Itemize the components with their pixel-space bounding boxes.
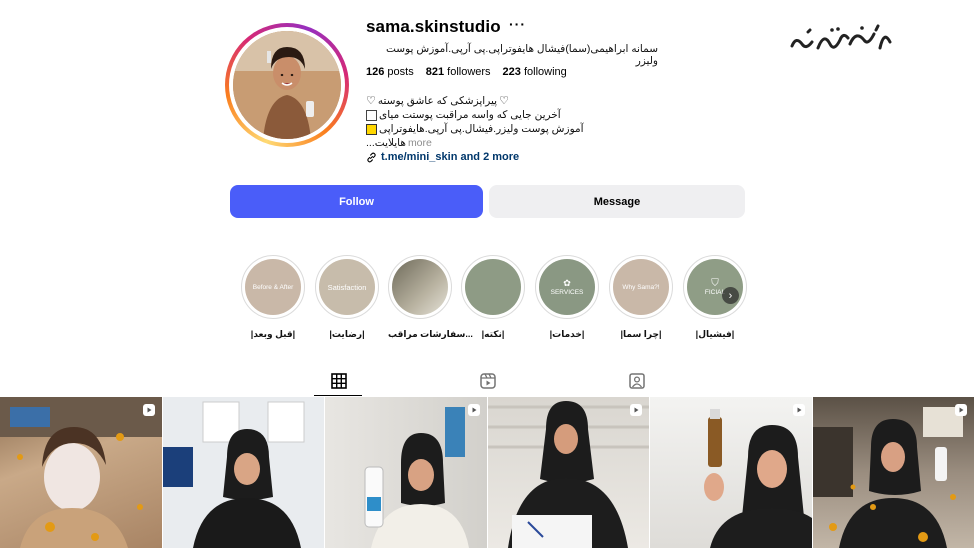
reel-indicator-icon [955, 404, 967, 416]
highlight-cover: Why Sama?! [613, 259, 669, 315]
reels-icon[interactable] [478, 371, 498, 391]
followers-stat[interactable]: 821 followers [426, 66, 491, 78]
highlight-cover: Before & After [245, 259, 301, 315]
highlight-cover-text: Before & After [252, 283, 294, 291]
heart-icon: ♡ [499, 95, 509, 107]
highlight-cover: ⛉ FICIAL [687, 259, 743, 315]
highlight-cover: ✿ SERVICES [539, 259, 595, 315]
post-image [812, 407, 963, 548]
posts-label: posts [387, 66, 414, 78]
post-thumbnail[interactable] [812, 397, 975, 548]
reel-indicator-icon [630, 404, 642, 416]
following-stat[interactable]: 223 following [503, 66, 567, 78]
grid-icon[interactable] [329, 371, 349, 391]
highlight-services[interactable]: ✿ SERVICES |خدمات| [535, 255, 599, 340]
highlight-label: |فیشیال| [695, 329, 735, 339]
bio-line-2: آخرین جایی که واسه مراقبت پوستت میای [366, 108, 586, 122]
highlight-cover-text: Satisfaction [327, 282, 367, 292]
post-thumbnail[interactable] [650, 397, 813, 548]
post-image [364, 407, 469, 548]
profile-avatar[interactable] [225, 23, 349, 147]
highlight-why-sama[interactable]: Why Sama?! |چرا سما| [609, 255, 673, 340]
followers-label: followers [447, 66, 491, 78]
highlight-cover [392, 259, 448, 315]
reel-indicator-icon [792, 404, 805, 416]
link-icon [367, 152, 376, 162]
chevron-right-icon[interactable]: › [722, 287, 739, 304]
posts-count: 126 [366, 66, 385, 78]
active-tab-indicator [314, 395, 362, 396]
more-dots-icon[interactable]: ··· [509, 16, 526, 32]
post-thumbnail[interactable] [487, 397, 650, 548]
bio-line-4-text: ...هایلایت [366, 137, 406, 149]
highlight-cover-text: Why Sama?! [622, 283, 660, 291]
message-button[interactable]: Message [489, 185, 745, 218]
bio-line-4: ...هایلایت more [366, 136, 586, 150]
post-image [487, 401, 650, 548]
profile-fullname: سمانه ابراهیمی(سما)فیشال هایفوتراپی.پی آ… [386, 43, 658, 67]
tagged-icon[interactable] [627, 371, 647, 391]
highlight-label: |خدمات| [549, 329, 585, 339]
highlight-before-after[interactable]: Before & After |قبل وبعد| [241, 255, 305, 340]
avatar-photo [233, 31, 341, 139]
bio-line-1: ♡ پیراپزشکی که عاشق پوسته ♡ [366, 94, 586, 108]
profile-link-text: t.me/mini_skin and 2 more [381, 151, 520, 163]
watermark-logo [790, 24, 892, 50]
bio-line-1-text: پیراپزشکی که عاشق پوسته [377, 95, 498, 107]
post-thumbnail[interactable] [325, 397, 488, 548]
posts-stat[interactable]: 126 posts [366, 66, 414, 78]
profile-stats: 126 posts 821 followers 223 following [366, 66, 567, 78]
post-grid [0, 397, 975, 548]
post-image [0, 397, 162, 548]
post-thumbnail[interactable] [0, 397, 163, 548]
bio-line-3-text: آموزش پوست ولیزر.فیشال.پی آرپی.هایفوتراپ… [379, 123, 584, 135]
following-count: 223 [502, 66, 521, 78]
bio-line-2-text: آخرین جایی که واسه مراقبت پوستت میای [379, 109, 561, 121]
highlight-tip[interactable]: |نکته| [461, 255, 525, 340]
followers-count: 821 [425, 66, 445, 78]
highlight-label: |رضایت| [329, 329, 365, 339]
yellow-square-icon [366, 123, 377, 135]
profile-bio: ♡ پیراپزشکی که عاشق پوسته ♡ آخرین جایی که … [366, 94, 586, 150]
profile-username: sama.skinstudio [366, 17, 501, 36]
highlight-label: |قبل وبعد| [250, 329, 296, 339]
highlight-label: |چرا سما| [620, 329, 662, 339]
highlight-cover-text: SERVICES [550, 289, 584, 296]
heart-icon: ♡ [366, 95, 376, 107]
profile-link[interactable]: t.me/mini_skin and 2 more [366, 151, 519, 163]
post-image [162, 401, 304, 548]
reel-indicator-icon [467, 404, 480, 416]
following-label: following [523, 66, 567, 78]
highlight-satisfaction[interactable]: Satisfaction |رضایت| [315, 255, 379, 340]
bio-line-3: آموزش پوست ولیزر.فیشال.پی آرپی.هایفوتراپ… [366, 122, 586, 136]
services-icon: ✿ [563, 278, 571, 288]
follow-button[interactable]: Follow [230, 185, 483, 218]
bio-more-link[interactable]: more [408, 136, 432, 150]
highlight-label: سفارشات مراقب... [388, 329, 473, 339]
highlight-label: |نکته| [481, 329, 505, 339]
reel-indicator-icon [142, 404, 155, 416]
highlight-cover: Satisfaction [319, 259, 375, 315]
profile-tabs [0, 363, 975, 396]
story-highlights: Before & After |قبل وبعد| Satisfaction |… [241, 255, 747, 345]
highlight-cover [465, 259, 521, 315]
white-square-icon [366, 109, 377, 121]
post-thumbnail[interactable] [162, 397, 325, 548]
user-icon: ⛉ [711, 278, 719, 289]
highlight-orders[interactable]: سفارشات مراقب... [388, 255, 473, 340]
post-image [704, 409, 812, 548]
